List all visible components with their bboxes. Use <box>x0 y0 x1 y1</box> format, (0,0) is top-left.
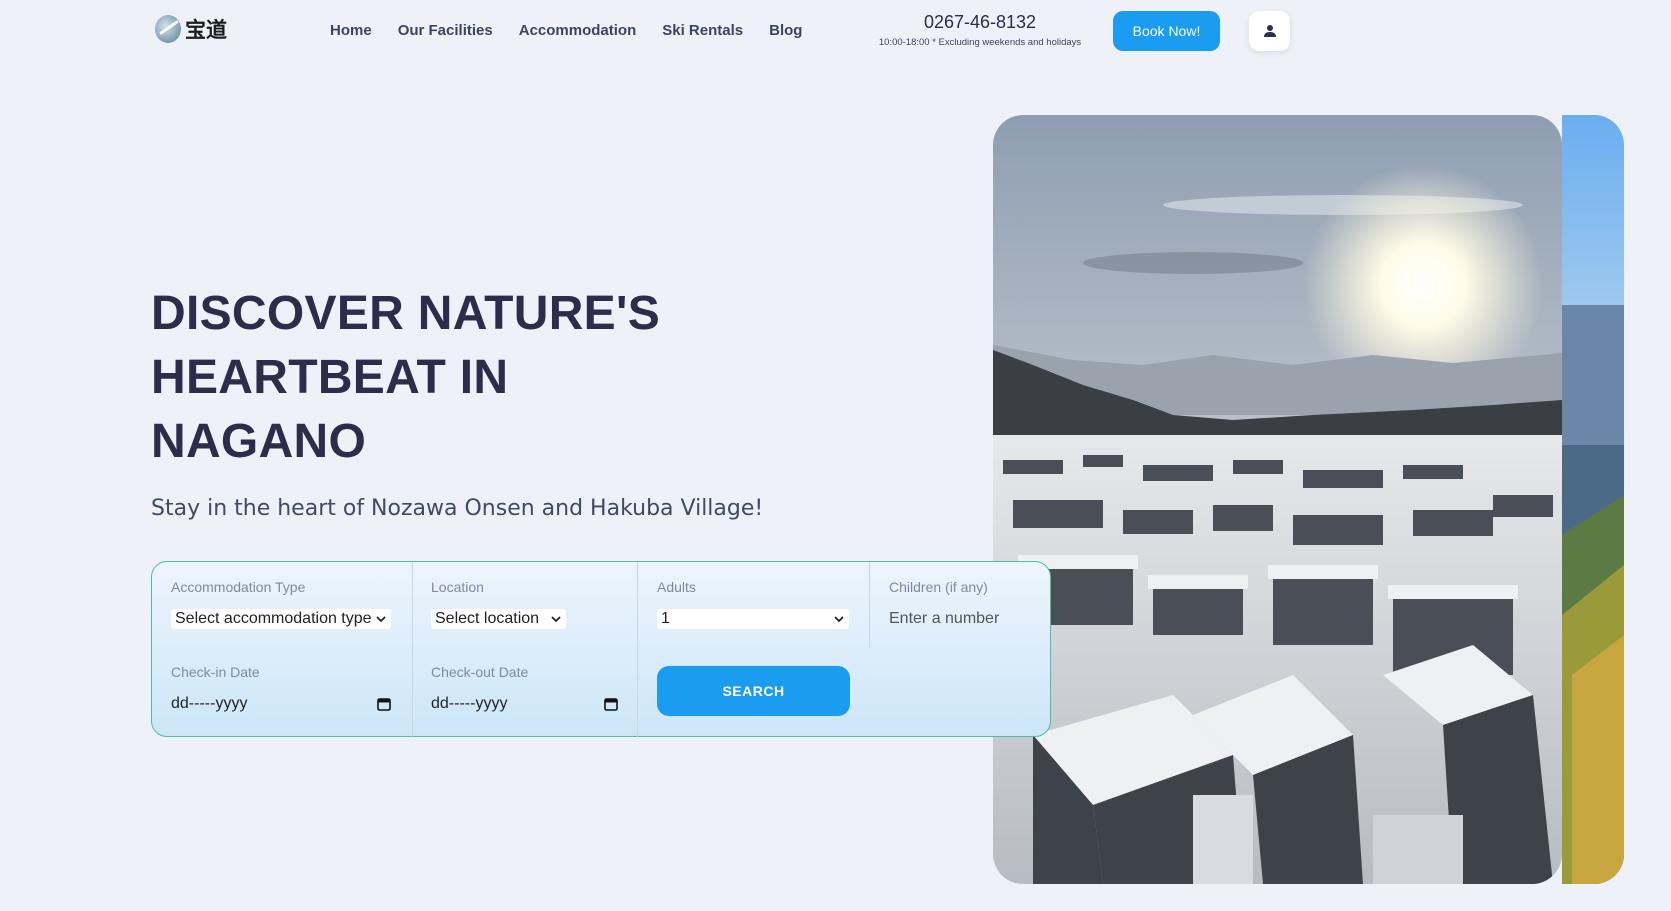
mountain-valley-illustration <box>1562 115 1624 884</box>
adults-label: Adults <box>657 579 696 595</box>
nav-home[interactable]: Home <box>330 22 372 39</box>
column-divider <box>637 562 638 648</box>
nav-our-facilities[interactable]: Our Facilities <box>398 22 493 39</box>
main-nav: Home Our Facilities Accommodation Ski Re… <box>330 22 828 39</box>
check-out-value: dd-----yyyy <box>431 695 508 712</box>
check-out-date-input[interactable]: dd-----yyyy <box>431 694 618 714</box>
site-header: 宝道 Home Our Facilities Accommodation Ski… <box>0 0 1671 62</box>
check-out-field: Check-out Date dd-----yyyy <box>431 664 618 714</box>
user-account-button[interactable] <box>1249 11 1290 51</box>
search-button[interactable]: SEARCH <box>657 666 850 716</box>
location-value: Select location <box>435 610 540 627</box>
accommodation-type-label: Accommodation Type <box>171 579 306 595</box>
calendar-icon[interactable] <box>377 697 391 711</box>
hero-title-line-1: DISCOVER NATURE'S <box>151 287 661 340</box>
book-now-button[interactable]: Book Now! <box>1113 11 1220 51</box>
business-hours: 10:00-18:00 * Excluding weekends and hol… <box>878 37 1082 48</box>
location-select[interactable]: Select location <box>431 609 566 629</box>
phone-number[interactable]: 0267-46-8132 <box>860 12 1100 33</box>
hero-subtitle: Stay in the heart of Nozawa Onsen and Ha… <box>151 496 764 521</box>
children-input[interactable]: Enter a number <box>889 609 1039 629</box>
column-divider <box>412 562 413 738</box>
hero-title-line-3: NAGANO <box>151 415 367 468</box>
logo-text: 宝道 <box>185 18 227 42</box>
location-field: Location Select location <box>431 579 566 629</box>
nav-blog[interactable]: Blog <box>769 22 802 39</box>
column-divider <box>869 562 870 648</box>
nav-ski-rentals[interactable]: Ski Rentals <box>662 22 743 39</box>
children-field: Children (if any) Enter a number <box>889 579 1039 629</box>
logo-emblem-icon <box>155 15 181 43</box>
accommodation-type-value: Select accommodation type <box>175 610 372 627</box>
check-in-value: dd-----yyyy <box>171 695 248 712</box>
accommodation-type-field: Accommodation Type Select accommodation … <box>171 579 391 629</box>
location-label: Location <box>431 579 484 595</box>
hero-photo-mountain-valley <box>1562 115 1624 884</box>
column-divider <box>637 648 638 738</box>
accommodation-search-form: Accommodation Type Select accommodation … <box>151 561 1051 738</box>
hero-photo-snowy-village <box>993 115 1562 884</box>
chevron-down-icon <box>551 615 561 622</box>
calendar-icon[interactable] <box>604 697 618 711</box>
adults-field: Adults 1 <box>657 579 849 629</box>
chevron-down-icon <box>834 615 844 622</box>
adults-select[interactable]: 1 <box>657 609 849 629</box>
snowy-village-illustration <box>993 115 1562 884</box>
site-logo[interactable]: 宝道 <box>155 14 227 44</box>
check-in-label: Check-in Date <box>171 664 260 680</box>
hero-title: DISCOVER NATURE'S HEARTBEAT IN NAGANO <box>151 282 791 474</box>
check-out-label: Check-out Date <box>431 664 529 680</box>
check-in-date-input[interactable]: dd-----yyyy <box>171 694 391 714</box>
children-label: Children (if any) <box>889 579 988 595</box>
contact-info: 0267-46-8132 10:00-18:00 * Excluding wee… <box>860 12 1100 48</box>
hero-title-line-2: HEARTBEAT IN <box>151 351 509 404</box>
adults-value: 1 <box>661 610 670 627</box>
nav-accommodation[interactable]: Accommodation <box>519 22 637 39</box>
chevron-down-icon <box>376 615 386 622</box>
user-icon <box>1263 25 1276 37</box>
check-in-field: Check-in Date dd-----yyyy <box>171 664 391 714</box>
accommodation-type-select[interactable]: Select accommodation type <box>171 609 391 629</box>
